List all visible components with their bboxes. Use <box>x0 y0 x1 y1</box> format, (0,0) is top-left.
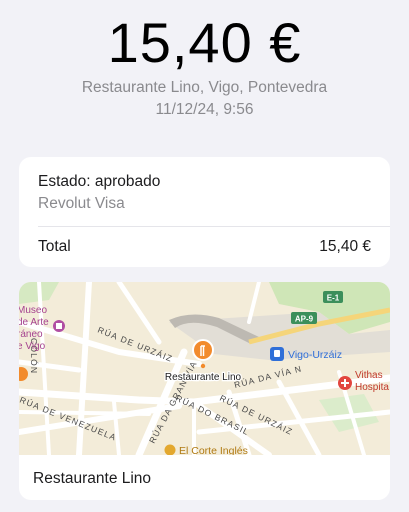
location-map[interactable]: E-1 AP-9 COLÓN RÚA DE URZÁIZ RÚA DE URZÁ… <box>19 282 390 455</box>
map-card[interactable]: E-1 AP-9 COLÓN RÚA DE URZÁIZ RÚA DE URZÁ… <box>19 282 390 500</box>
divider <box>38 226 390 227</box>
map-place-name: Restaurante Lino <box>33 470 152 487</box>
details-card: Estado: aprobado Revolut Visa Total 15,4… <box>19 157 390 267</box>
status-text: Estado: aprobado <box>38 173 161 190</box>
street <box>19 410 151 416</box>
station-label: Vigo-Urzáiz <box>288 349 342 361</box>
total-value: 15,40 € <box>319 238 371 255</box>
svg-text:AP-9: AP-9 <box>295 315 314 324</box>
hospital-label-line2: Hospita <box>355 382 389 393</box>
train-station-poi[interactable]: Vigo-Urzáiz <box>270 347 342 361</box>
amount-value: 15,40 € <box>107 11 302 74</box>
museum-label-line2: de Arte <box>19 317 49 328</box>
highway-shield-ap9: AP-9 <box>291 312 317 324</box>
svg-text:E-1: E-1 <box>327 294 340 303</box>
hospital-label-line1: Vithas <box>355 370 383 381</box>
transaction-datetime: 11/12/24, 9:56 <box>155 101 254 118</box>
museum-label-line1: Museo <box>19 305 47 316</box>
card-name: Revolut Visa <box>38 195 125 212</box>
train-icon-glyph <box>274 350 280 357</box>
pin-dot <box>200 363 206 369</box>
total-label: Total <box>38 238 71 255</box>
pin-label: Restaurante Lino <box>165 372 242 383</box>
museum-icon-glyph <box>56 323 62 329</box>
museum-label-line4: e Vigo <box>19 341 46 352</box>
el-corte-ingles-label: El Corte Inglés <box>179 445 248 455</box>
highway-shield-e1: E-1 <box>323 291 343 303</box>
museum-label-line3: ráneo <box>19 329 43 340</box>
merchant-location: Restaurante Lino, Vigo, Pontevedra <box>81 79 328 96</box>
shopping-bag-icon <box>164 444 176 455</box>
